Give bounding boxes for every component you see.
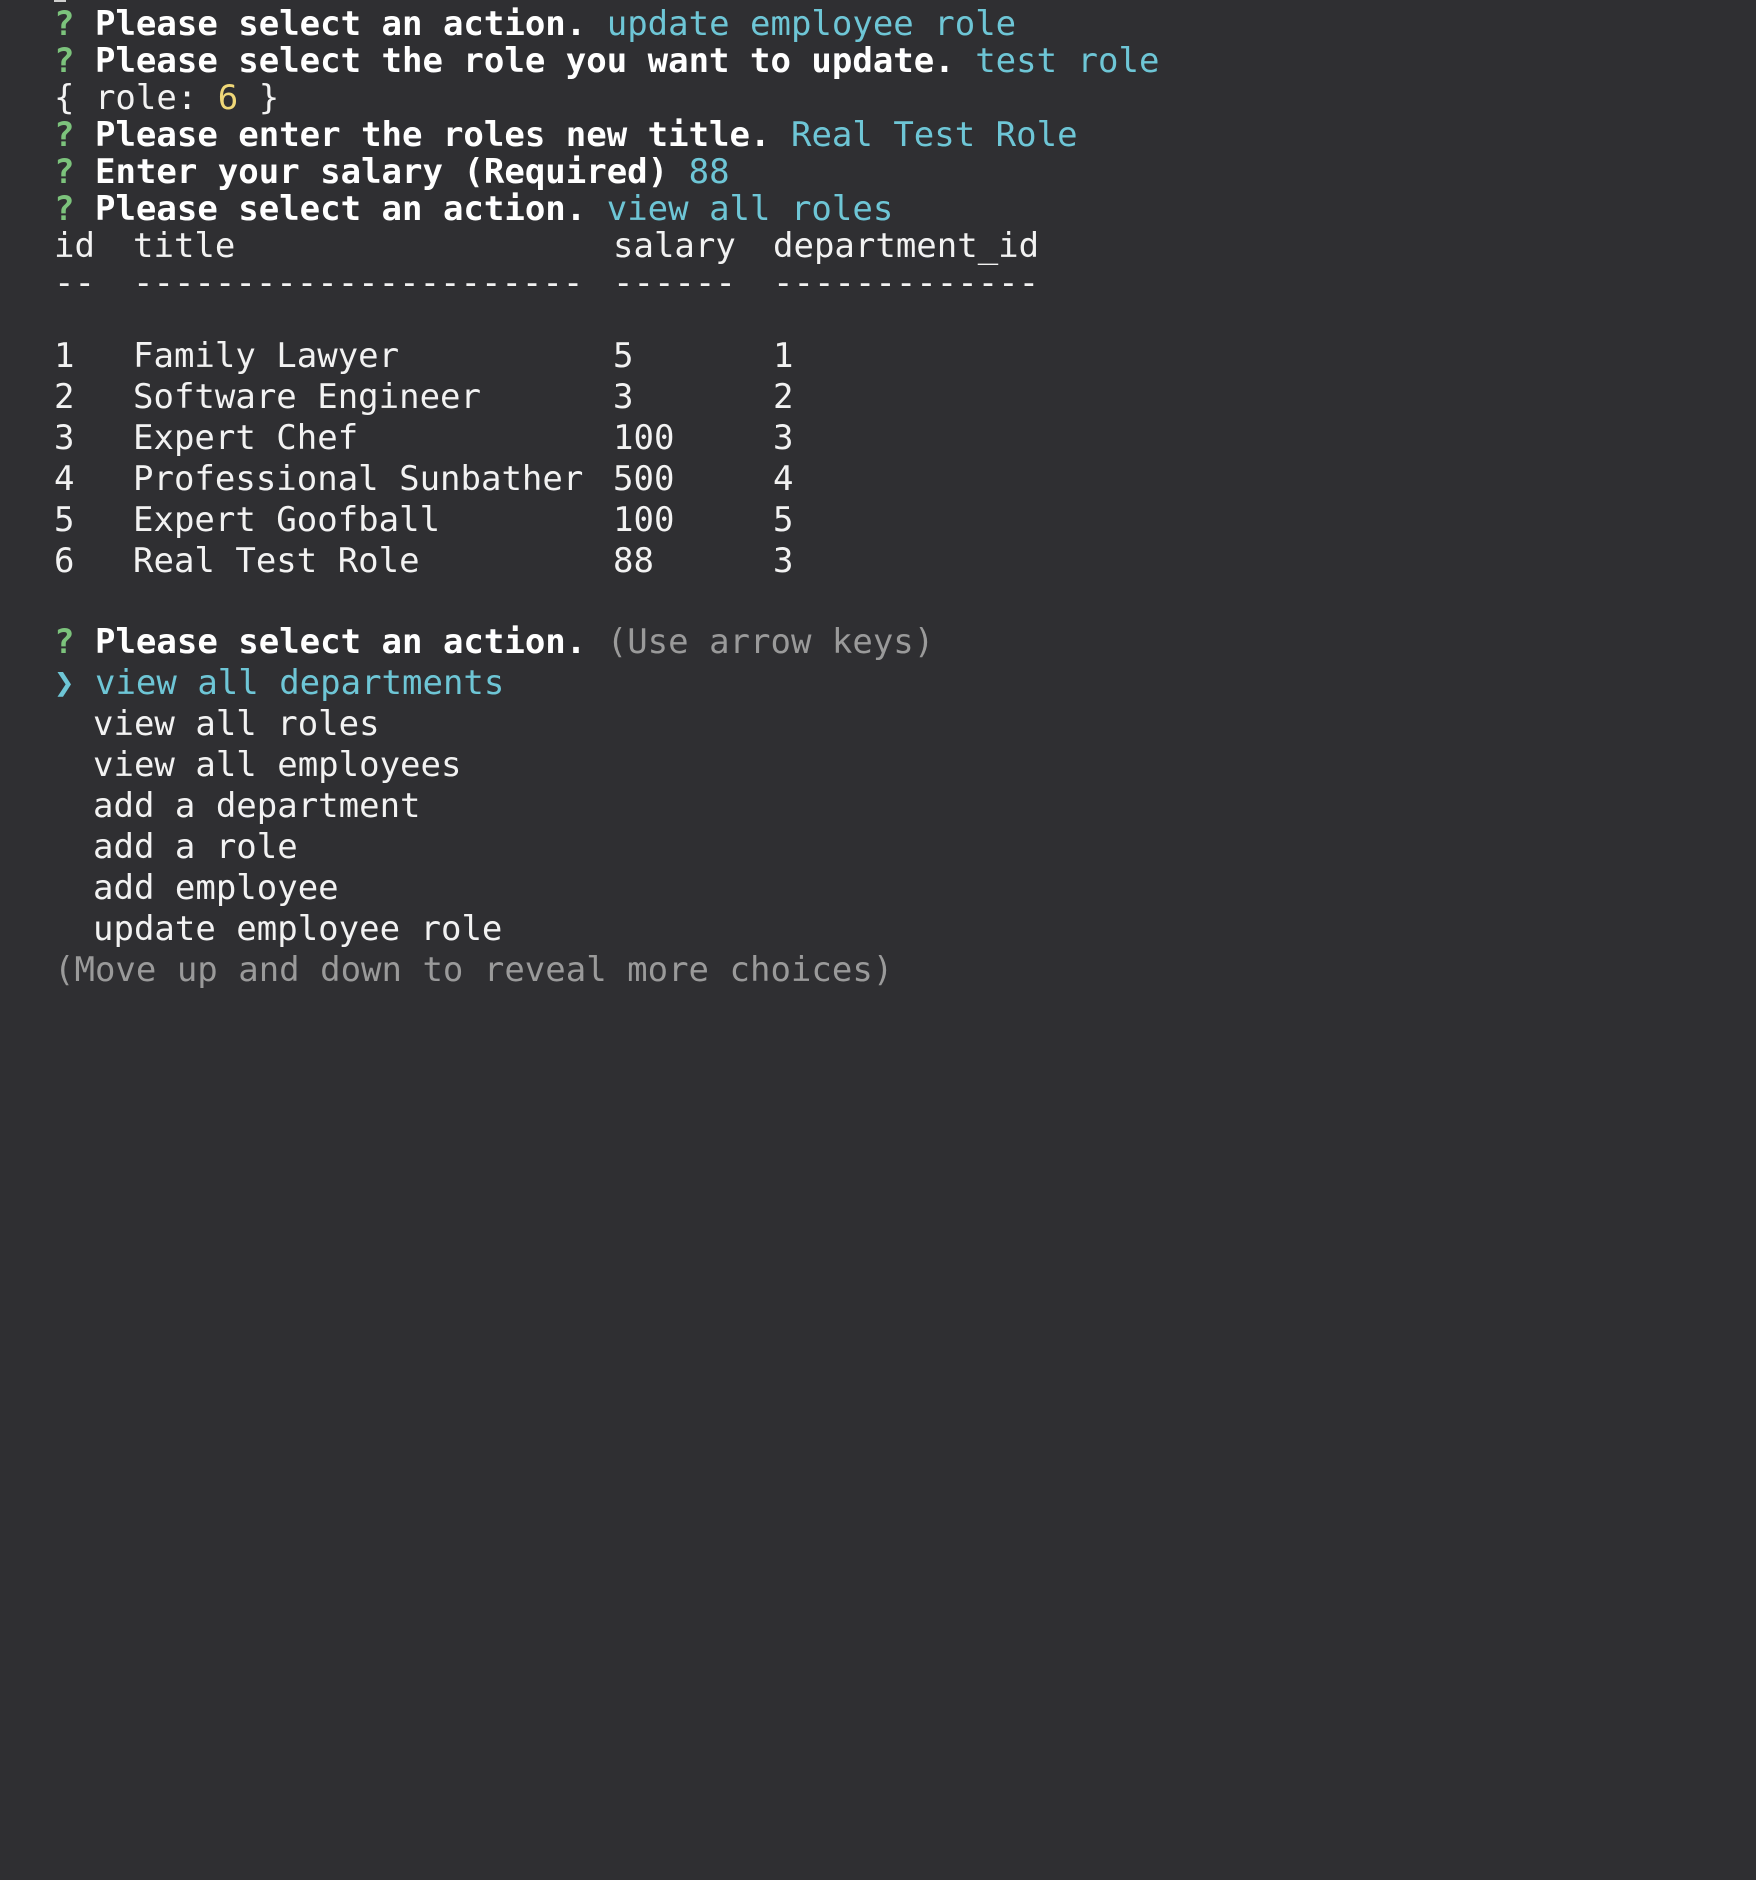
prompt-marker: ? xyxy=(54,622,75,662)
selection-pointer-icon: ❯ xyxy=(54,663,75,703)
cell-salary: 500 xyxy=(613,459,675,499)
cell-salary: 100 xyxy=(613,418,675,458)
cell-department-id: 1 xyxy=(773,336,794,376)
choice-label: add a department xyxy=(93,786,421,826)
table-header-row: id title salary department_id xyxy=(54,226,1254,267)
cell-salary: 3 xyxy=(613,377,634,417)
choice-label: view all departments xyxy=(94,663,505,703)
prompt-question: Please select the role you want to updat… xyxy=(94,41,955,81)
prompt-marker: ? xyxy=(54,115,75,155)
prompt-answer: update employee role xyxy=(606,4,1017,44)
cell-salary: 5 xyxy=(613,336,634,376)
cell-title: Professional Sunbather xyxy=(133,459,584,499)
choice-view-all-departments[interactable]: ❯ view all departments xyxy=(54,663,504,704)
column-header-title: title xyxy=(133,226,236,266)
debug-output-line: { role: 6 } xyxy=(54,78,279,119)
history-line: ? Please select the role you want to upd… xyxy=(54,41,1159,82)
table-separator-row: -- ---------------------- ------ -------… xyxy=(54,263,1254,304)
terminal-window[interactable]: ? Please select an action. update employ… xyxy=(0,0,1756,990)
debug-prefix: { role: xyxy=(54,78,218,118)
choice-view-all-roles[interactable]: view all roles xyxy=(93,704,380,745)
history-line: ? Please select an action. update employ… xyxy=(54,4,1016,45)
table-row: 6 Real Test Role 88 3 xyxy=(54,541,1254,582)
table-row: 2 Software Engineer 3 2 xyxy=(54,377,1254,418)
column-header-department-id: department_id xyxy=(773,226,1040,266)
history-line: ? Please select an action. view all role… xyxy=(54,189,893,230)
choice-add-employee[interactable]: add employee xyxy=(93,868,339,909)
choice-label: view all roles xyxy=(93,704,380,744)
prompt-answer: view all roles xyxy=(606,189,894,229)
prompt-question: Enter your salary (Required) xyxy=(94,152,669,192)
separator-department-id: ------------- xyxy=(773,263,1040,303)
choice-update-employee-role[interactable]: update employee role xyxy=(93,909,502,950)
prompt-marker: ? xyxy=(54,189,75,229)
cell-id: 1 xyxy=(54,336,75,376)
separator-id: -- xyxy=(54,263,95,303)
choice-add-a-role[interactable]: add a role xyxy=(93,827,298,868)
cell-id: 2 xyxy=(54,377,75,417)
separator-salary: ------ xyxy=(613,263,736,303)
scrolled-off-line-fragment xyxy=(54,0,66,2)
prompt-answer: test role xyxy=(975,41,1160,81)
choice-add-a-department[interactable]: add a department xyxy=(93,786,421,827)
active-prompt-line: ? Please select an action. (Use arrow ke… xyxy=(54,622,934,663)
cell-salary: 88 xyxy=(613,541,654,581)
history-line: ? Please enter the roles new title. Real… xyxy=(54,115,1078,156)
choice-view-all-employees[interactable]: view all employees xyxy=(93,745,461,786)
table-row: 3 Expert Chef 100 3 xyxy=(54,418,1254,459)
prompt-answer: Real Test Role xyxy=(790,115,1078,155)
prompt-footer-hint: (Move up and down to reveal more choices… xyxy=(54,950,894,990)
prompt-question: Please enter the roles new title. xyxy=(94,115,771,155)
prompt-marker: ? xyxy=(54,41,75,81)
cell-id: 4 xyxy=(54,459,75,499)
prompt-marker: ? xyxy=(54,4,75,44)
table-row: 1 Family Lawyer 5 1 xyxy=(54,336,1254,377)
debug-suffix: } xyxy=(238,78,280,118)
cell-title: Expert Goofball xyxy=(133,500,441,540)
cell-id: 3 xyxy=(54,418,75,458)
choice-label: view all employees xyxy=(93,745,462,785)
cell-title: Expert Chef xyxy=(133,418,359,458)
prompt-question: Please select an action. xyxy=(94,4,587,44)
column-header-id: id xyxy=(54,226,95,266)
cell-salary: 100 xyxy=(613,500,675,540)
cell-title: Real Test Role xyxy=(133,541,420,581)
choice-label: add employee xyxy=(93,868,339,908)
prompt-question: Please select an action. xyxy=(94,622,587,662)
debug-value: 6 xyxy=(217,78,239,118)
cell-department-id: 2 xyxy=(773,377,794,417)
prompt-question: Please select an action. xyxy=(94,189,587,229)
cell-department-id: 4 xyxy=(773,459,794,499)
choice-label: add a role xyxy=(93,827,298,867)
prompt-answer: 88 xyxy=(688,152,730,192)
prompt-marker: ? xyxy=(54,152,75,192)
cell-title: Family Lawyer xyxy=(133,336,400,376)
cell-id: 5 xyxy=(54,500,75,540)
cell-id: 6 xyxy=(54,541,75,581)
cell-department-id: 5 xyxy=(773,500,794,540)
cell-department-id: 3 xyxy=(773,418,794,458)
table-row: 4 Professional Sunbather 500 4 xyxy=(54,459,1254,500)
cell-department-id: 3 xyxy=(773,541,794,581)
history-line: ? Enter your salary (Required) 88 xyxy=(54,152,730,193)
separator-title: ---------------------- xyxy=(133,263,584,303)
choice-label: update employee role xyxy=(93,909,503,949)
column-header-salary: salary xyxy=(613,226,736,266)
prompt-hint: (Use arrow keys) xyxy=(606,622,935,662)
table-row: 5 Expert Goofball 100 5 xyxy=(54,500,1254,541)
cell-title: Software Engineer xyxy=(133,377,481,417)
